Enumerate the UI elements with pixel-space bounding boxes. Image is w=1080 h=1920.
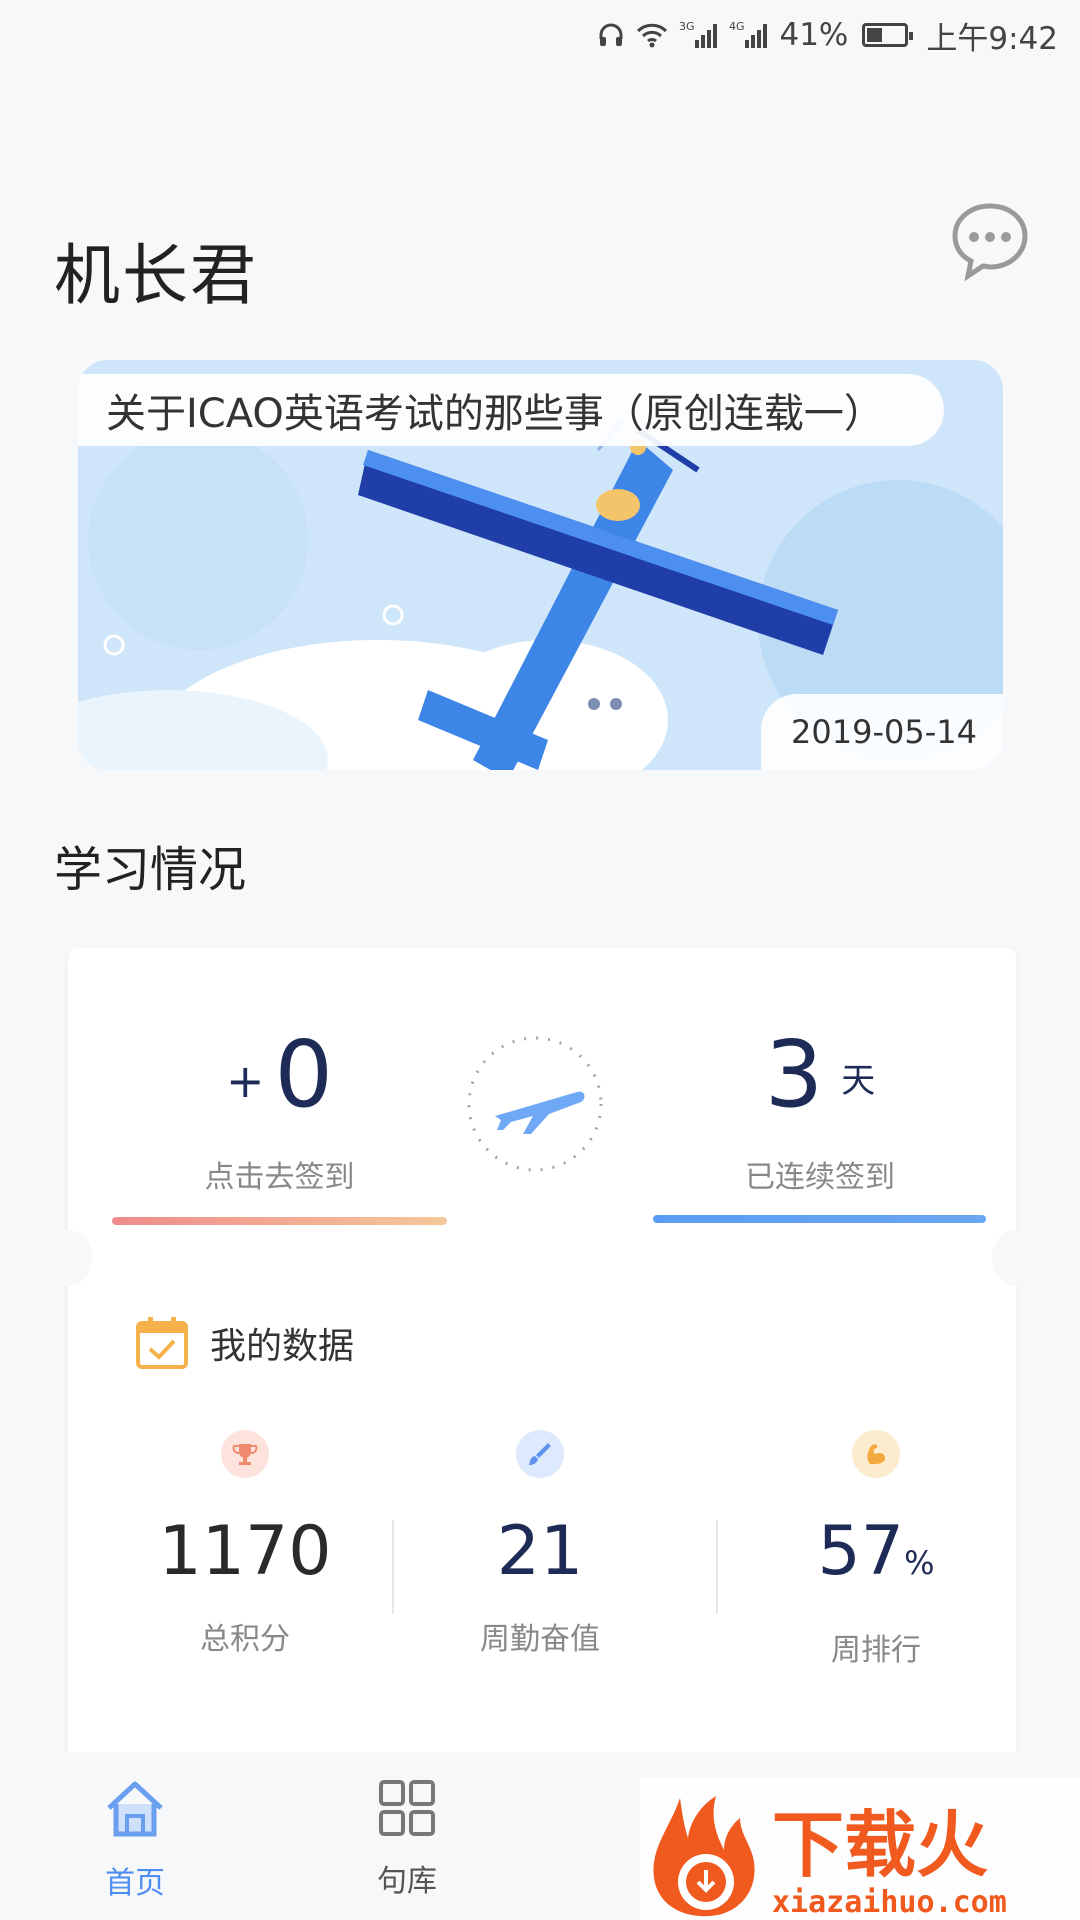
divider — [392, 1520, 394, 1614]
nav-label: 首页 — [105, 1866, 165, 1901]
points-value: 0 — [274, 1021, 334, 1128]
nav-item-sentences[interactable]: 句库 — [347, 1778, 467, 1900]
days-unit: 天 — [841, 1060, 876, 1101]
nav-item-home[interactable]: 首页 — [75, 1778, 195, 1902]
muscle-icon — [852, 1430, 900, 1478]
checkin-button[interactable]: +0 点击去签到 — [112, 1020, 447, 1196]
flame-logo-icon: 下载火 xiazaihuo.com — [640, 1778, 1080, 1920]
battery-icon — [862, 23, 914, 47]
status-bar: 3G 4G 41% 上午9:42 — [0, 0, 1080, 70]
checkin-points: +0 — [112, 1020, 447, 1136]
signal-4g-icon: 4G — [729, 20, 769, 50]
chat-bubble-icon — [952, 203, 1028, 282]
section-title: 学习情况 — [54, 842, 247, 898]
stat-total-points[interactable]: 1170 总积分 — [125, 1430, 365, 1658]
checkin-bar — [112, 1217, 447, 1225]
watermark-brand: 下载火 — [772, 1803, 988, 1887]
stat-label: 周勤奋值 — [480, 1622, 600, 1657]
checkin-label: 点击去签到 — [204, 1159, 355, 1195]
wifi-icon — [635, 21, 669, 49]
signal-3g-icon: 3G — [679, 20, 719, 50]
streak-days: 3天 — [655, 1020, 985, 1136]
my-data-title: 我的数据 — [210, 1326, 355, 1367]
banner-title: 关于ICAO英语考试的那些事（原创连载一） — [78, 374, 944, 446]
stat-label: 周排行 — [831, 1633, 921, 1668]
stat-weekly-diligence[interactable]: 21 周勤奋值 — [420, 1430, 660, 1658]
card-notch-right — [992, 1230, 1038, 1286]
grid-icon — [379, 1780, 435, 1836]
stat-weekly-rank[interactable]: 57% 周排行 — [756, 1430, 996, 1669]
streak-bar — [653, 1215, 986, 1223]
battery-level — [867, 28, 883, 42]
signal-4g-label: 4G — [729, 20, 745, 33]
nav-label: 句库 — [377, 1864, 437, 1899]
airplane-icon — [467, 1036, 603, 1172]
stat-label: 总积分 — [200, 1622, 290, 1657]
stat-value: 57% — [756, 1512, 996, 1603]
plane-badge — [465, 1030, 605, 1178]
banner-date: 2019-05-14 — [761, 694, 1003, 770]
carousel-indicator — [588, 698, 622, 710]
headset-icon — [597, 21, 625, 49]
banner-carousel[interactable]: 关于ICAO英语考试的那些事（原创连载一） 2019-05-14 — [78, 360, 1003, 770]
days-value: 3 — [764, 1021, 824, 1128]
brush-icon — [516, 1430, 564, 1478]
watermark-logo: 下载火 xiazaihuo.com — [640, 1778, 1080, 1920]
watermark-url: xiazaihuo.com — [772, 1885, 1007, 1920]
streak-display: 3天 已连续签到 — [655, 1020, 985, 1196]
card-notch-left — [46, 1230, 92, 1286]
signal-3g-label: 3G — [679, 20, 695, 33]
home-icon — [107, 1781, 163, 1837]
calendar-check-icon — [136, 1317, 188, 1369]
divider — [716, 1520, 718, 1614]
stat-value: 21 — [496, 1512, 584, 1591]
trophy-icon — [221, 1430, 269, 1478]
my-data-header: 我的数据 — [134, 1315, 354, 1371]
chat-button[interactable] — [950, 200, 1030, 282]
rank-value: 57 — [817, 1512, 905, 1591]
page-title: 机长君 — [54, 237, 258, 314]
streak-label: 已连续签到 — [745, 1159, 895, 1195]
plus-sign: + — [225, 1053, 265, 1108]
battery-percent: 41% — [779, 17, 849, 53]
clock: 上午9:42 — [926, 20, 1058, 57]
percent-sign: % — [904, 1544, 935, 1582]
stat-value: 1170 — [158, 1512, 332, 1591]
